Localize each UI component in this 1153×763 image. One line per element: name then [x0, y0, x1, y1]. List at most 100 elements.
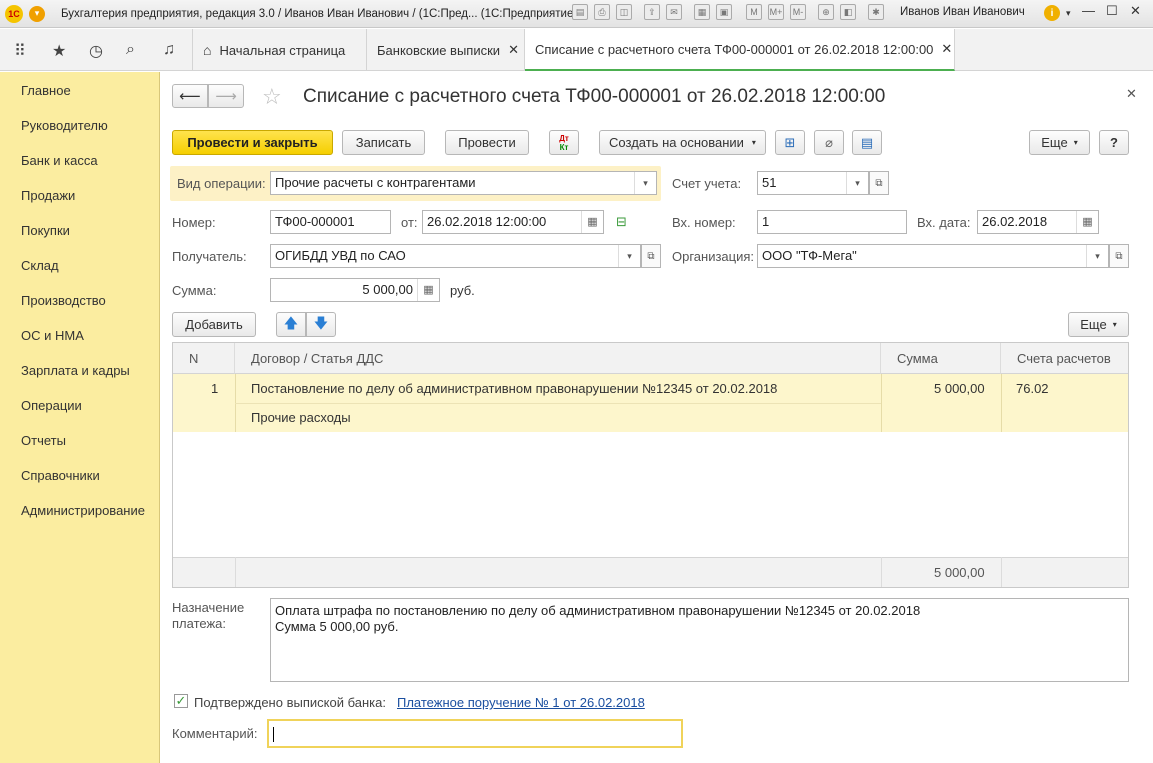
bell-icon[interactable]: ♫ — [163, 41, 175, 59]
calculator-icon[interactable]: ▦ — [417, 279, 439, 301]
sum-field[interactable]: 5 000,00 ▦ — [270, 278, 440, 302]
save-button[interactable]: Записать — [342, 130, 425, 155]
attachment-button[interactable]: ⌀ — [814, 130, 844, 155]
chevron-down-icon[interactable]: ▾ — [618, 245, 640, 267]
info-icon[interactable]: i — [1044, 5, 1060, 21]
tab-home[interactable]: ⌂ Начальная страница — [192, 29, 367, 71]
app-logo-icon: 1С — [5, 4, 23, 23]
memory-plus-icon[interactable]: M+ — [768, 4, 784, 20]
sidebar-item-bank-cash[interactable]: Банк и касса — [21, 153, 98, 168]
minimize-icon[interactable]: — — [1082, 3, 1095, 18]
confirmed-checkbox[interactable]: ✓ — [174, 694, 188, 708]
table-more-button[interactable]: Еще ▾ — [1068, 312, 1129, 337]
add-row-button[interactable]: Добавить — [172, 312, 256, 337]
dt-kt-button[interactable]: Дт Кт — [549, 130, 579, 155]
sidebar-item-salary[interactable]: Зарплата и кадры — [21, 363, 130, 378]
date-select-icon[interactable]: ⊟ — [616, 214, 627, 230]
calendar-icon[interactable]: ▦ — [581, 211, 603, 233]
tab-current-document[interactable]: Списание с расчетного счета ТФ00-000001 … — [525, 29, 955, 71]
sidebar-item-administration[interactable]: Администрирование — [21, 503, 145, 518]
payment-order-link[interactable]: Платежное поручение № 1 от 26.02.2018 — [397, 695, 645, 710]
tabs-bar: ⠿ ★ ◷ ⌕ ♫ ⌂ Начальная страница Банковски… — [0, 29, 1153, 71]
chevron-down-icon[interactable]: ▾ — [1086, 245, 1108, 267]
incoming-number-field[interactable]: 1 — [757, 210, 907, 234]
forward-button[interactable]: ⟶ — [208, 84, 244, 108]
move-up-button[interactable]: 🡅 — [276, 312, 306, 337]
upload-icon[interactable]: ⇪ — [644, 4, 660, 20]
sidebar-item-sales[interactable]: Продажи — [21, 188, 75, 203]
account-select[interactable]: 51 ▾ — [757, 171, 869, 195]
memory-m-icon[interactable]: M — [746, 4, 762, 20]
sidebar-item-manager[interactable]: Руководителю — [21, 118, 108, 133]
memory-minus-icon[interactable]: M- — [790, 4, 806, 20]
cell-account[interactable]: 76.02 — [1016, 381, 1049, 396]
column-header-sum[interactable]: Сумма — [881, 343, 1001, 374]
column-header-accounts[interactable]: Счета расчетов — [1001, 343, 1128, 374]
close-icon[interactable]: ✕ — [508, 42, 519, 58]
more-label: Еще — [1041, 135, 1068, 150]
tab-bank-statements[interactable]: Банковские выписки ✕ — [367, 29, 525, 71]
incoming-date-field[interactable]: 26.02.2018 ▦ — [977, 210, 1099, 234]
apps-grid-icon[interactable]: ⠿ — [14, 41, 26, 61]
zoom-icon[interactable]: ⊕ — [818, 4, 834, 20]
search-icon[interactable]: ⌕ — [126, 41, 135, 59]
settings-icon[interactable]: ✱ — [868, 4, 884, 20]
sidebar-item-main[interactable]: Главное — [21, 83, 71, 98]
main-menu-icon[interactable]: ▾ — [29, 5, 45, 22]
cell-contract[interactable]: Постановление по делу об административно… — [251, 381, 777, 396]
sidebar-item-production[interactable]: Производство — [21, 293, 106, 308]
date-from-label: от: — [401, 215, 418, 230]
sidebar-item-operations[interactable]: Операции — [21, 398, 82, 413]
operation-select[interactable]: Прочие расчеты с контрагентами ▾ — [270, 171, 657, 195]
structure-button[interactable]: ⊞ — [775, 130, 805, 155]
purpose-textarea[interactable]: Оплата штрафа по постановлению по делу о… — [270, 598, 1129, 682]
move-down-button[interactable]: 🡇 — [306, 312, 336, 337]
help-button[interactable]: ? — [1099, 130, 1129, 155]
sidebar-item-fixed-assets[interactable]: ОС и НМА — [21, 328, 84, 343]
more-button[interactable]: Еще ▾ — [1029, 130, 1090, 155]
preview-icon[interactable]: ◫ — [616, 4, 632, 20]
user-name[interactable]: Иванов Иван Иванович — [900, 6, 1025, 18]
chevron-down-icon[interactable]: ▾ — [846, 172, 868, 194]
column-header-contract[interactable]: Договор / Статья ДДС — [235, 343, 881, 374]
cell-article[interactable]: Прочие расходы — [251, 410, 351, 425]
account-open-button[interactable]: ⧉ — [869, 171, 889, 195]
favorites-star-icon[interactable]: ★ — [52, 41, 66, 61]
panel-icon[interactable]: ◧ — [840, 4, 856, 20]
window-titlebar: 1С ▾ Бухгалтерия предприятия, редакция 3… — [0, 0, 1153, 28]
post-and-close-button[interactable]: Провести и закрыть — [172, 130, 333, 155]
print-icon[interactable]: ⎙ — [594, 4, 610, 20]
purpose-text-line1: Оплата штрафа по постановлению по делу о… — [275, 603, 921, 618]
organization-open-button[interactable]: ⧉ — [1109, 244, 1129, 268]
close-icon[interactable]: ✕ — [941, 41, 952, 57]
calendar-icon[interactable]: ▣ — [716, 4, 732, 20]
close-form-icon[interactable]: ✕ — [1126, 86, 1137, 102]
sidebar-item-directories[interactable]: Справочники — [21, 468, 100, 483]
sidebar-item-reports[interactable]: Отчеты — [21, 433, 66, 448]
sidebar-item-purchases[interactable]: Покупки — [21, 223, 70, 238]
column-header-n[interactable]: N — [173, 343, 235, 374]
date-field[interactable]: 26.02.2018 12:00:00 ▦ — [422, 210, 604, 234]
organization-select[interactable]: ООО "ТФ-Мега" ▾ — [757, 244, 1109, 268]
save-icon[interactable]: ▤ — [572, 4, 588, 20]
close-window-icon[interactable]: ✕ — [1130, 3, 1141, 19]
create-based-on-button[interactable]: Создать на основании ▾ — [599, 130, 766, 155]
maximize-icon[interactable]: ☐ — [1106, 3, 1118, 19]
recipient-open-button[interactable]: ⧉ — [641, 244, 661, 268]
cell-sum[interactable]: 5 000,00 — [934, 381, 985, 396]
chevron-down-icon[interactable]: ▾ — [1066, 8, 1071, 19]
dt-label: Дт — [559, 133, 569, 143]
recipient-select[interactable]: ОГИБДД УВД по САО ▾ — [270, 244, 641, 268]
calendar-icon[interactable]: ▦ — [1076, 211, 1098, 233]
favorite-star-icon[interactable]: ☆ — [262, 84, 282, 110]
history-icon[interactable]: ◷ — [89, 41, 103, 61]
post-button[interactable]: Провести — [445, 130, 529, 155]
chevron-down-icon[interactable]: ▾ — [634, 172, 656, 194]
comment-field[interactable] — [267, 719, 683, 748]
back-button[interactable]: ⟵ — [172, 84, 208, 108]
number-field[interactable]: ТФ00-000001 — [270, 210, 391, 234]
calculator-icon[interactable]: ▦ — [694, 4, 710, 20]
print-button[interactable]: ▤ — [852, 130, 882, 155]
mail-icon[interactable]: ✉ — [666, 4, 682, 20]
sidebar-item-warehouse[interactable]: Склад — [21, 258, 59, 273]
